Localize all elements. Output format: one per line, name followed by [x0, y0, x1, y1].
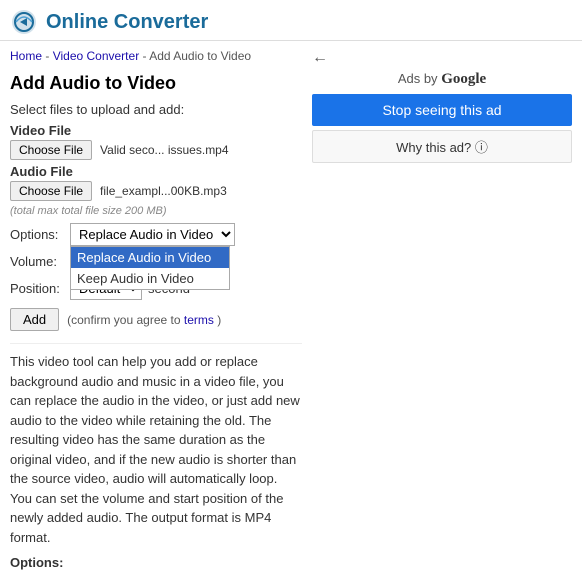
choose-audio-file-button[interactable]: Choose File	[10, 181, 92, 201]
video-file-row: Choose File Valid seco... issues.mp4	[10, 140, 302, 160]
why-this-ad-button[interactable]: Why this ad? ⓘ	[312, 130, 572, 163]
main-layout: Home - Video Converter - Add Audio to Vi…	[0, 41, 582, 587]
page-title: Add Audio to Video	[10, 73, 302, 94]
dropdown-item-keep[interactable]: Keep Audio in Video	[71, 268, 229, 289]
audio-file-row: Choose File file_exampl...00KB.mp3	[10, 181, 302, 201]
breadcrumb: Home - Video Converter - Add Audio to Vi…	[10, 49, 302, 63]
stop-seeing-ad-button[interactable]: Stop seeing this ad	[312, 94, 572, 126]
select-files-label: Select files to upload and add:	[10, 102, 302, 117]
audio-file-label: Audio File	[10, 164, 302, 179]
ads-by-google-label: Ads by Google	[312, 71, 572, 88]
description-text: This video tool can help you add or repl…	[10, 352, 302, 547]
options-label: Options:	[10, 227, 70, 242]
volume-label: Volume:	[10, 254, 70, 269]
terms-note: (confirm you agree to terms )	[67, 313, 221, 327]
options-select-wrapper: Replace Audio in Video Keep Audio in Vid…	[70, 223, 235, 246]
options-bottom-label: Options:	[10, 553, 302, 573]
choose-video-file-button[interactable]: Choose File	[10, 140, 92, 160]
breadcrumb-home[interactable]: Home	[10, 49, 42, 63]
header: Online Converter	[0, 0, 582, 41]
options-row: Options: Replace Audio in Video Keep Aud…	[10, 223, 302, 246]
options-dropdown: Replace Audio in Video Keep Audio in Vid…	[70, 246, 230, 290]
ad-back-arrow[interactable]: ←	[312, 49, 572, 67]
breadcrumb-video-converter[interactable]: Video Converter	[53, 49, 140, 63]
audio-filename: file_exampl...00KB.mp3	[100, 184, 227, 198]
left-panel: Home - Video Converter - Add Audio to Vi…	[10, 49, 312, 579]
google-label: Google	[441, 71, 486, 87]
video-filename: Valid seco... issues.mp4	[100, 143, 229, 157]
file-size-note: (total max total file size 200 MB)	[10, 205, 302, 217]
description: This video tool can help you add or repl…	[10, 343, 302, 573]
ad-panel: ← Ads by Google Stop seeing this ad Why …	[312, 49, 572, 579]
add-row: Add (confirm you agree to terms )	[10, 308, 302, 331]
site-title: Online Converter	[46, 11, 208, 34]
logo-icon	[10, 8, 38, 36]
dropdown-item-replace[interactable]: Replace Audio in Video	[71, 247, 229, 268]
position-label: Position:	[10, 281, 70, 296]
breadcrumb-current: Add Audio to Video	[149, 49, 251, 63]
add-button[interactable]: Add	[10, 308, 59, 331]
options-select[interactable]: Replace Audio in Video Keep Audio in Vid…	[70, 223, 235, 246]
terms-link[interactable]: terms	[184, 313, 214, 327]
video-file-label: Video File	[10, 123, 302, 138]
